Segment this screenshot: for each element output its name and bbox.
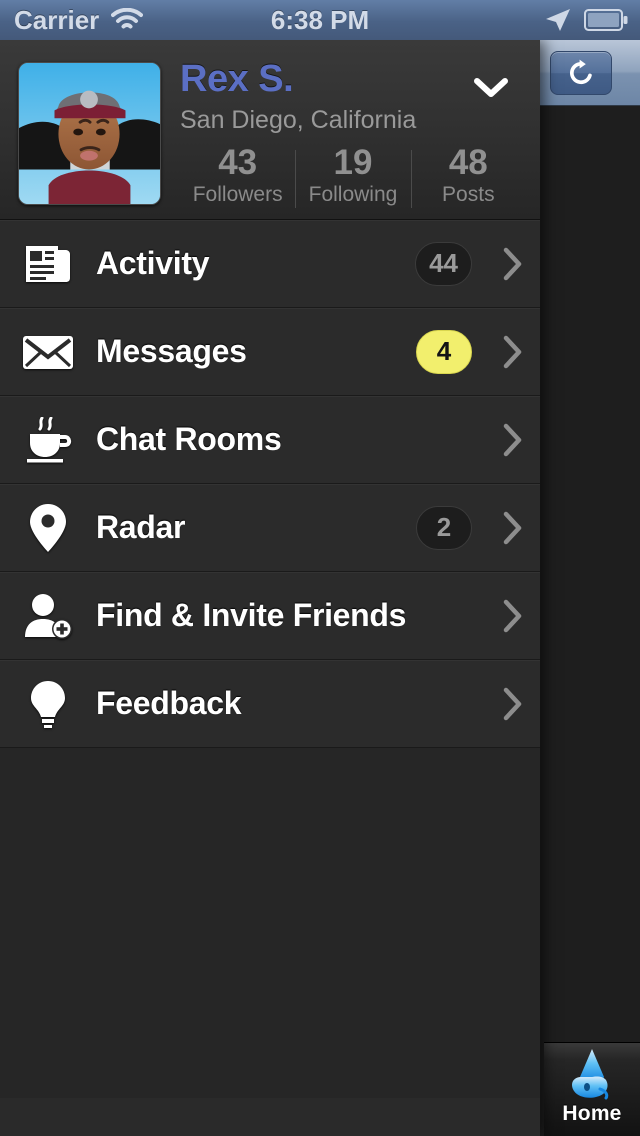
menu-empty-area xyxy=(0,748,540,1098)
stat-followers[interactable]: 43 Followers xyxy=(180,144,295,216)
person-plus-icon xyxy=(0,593,96,639)
chevron-right-icon xyxy=(486,334,540,370)
lightbulb-icon xyxy=(0,679,96,729)
chevron-right-icon xyxy=(486,246,540,282)
chevron-right-icon xyxy=(486,598,540,634)
chevron-down-icon[interactable] xyxy=(468,68,514,108)
envelope-icon xyxy=(0,332,96,372)
sidebar-item-feedback[interactable]: Feedback xyxy=(0,660,540,748)
sidebar-item-chat-rooms-label: Chat Rooms xyxy=(96,421,282,457)
refresh-button[interactable] xyxy=(550,51,612,95)
chevron-right-icon xyxy=(486,510,540,546)
sidebar-item-activity-label: Activity xyxy=(96,245,210,281)
tab-home-label: Home xyxy=(562,1102,622,1125)
refresh-icon xyxy=(570,59,592,85)
stat-followers-value: 43 xyxy=(218,143,258,182)
stat-posts-label: Posts xyxy=(442,183,495,206)
location-arrow-icon xyxy=(546,9,570,31)
newspaper-icon xyxy=(0,242,96,286)
sidebar-item-messages-label: Messages xyxy=(96,333,247,369)
messages-badge: 4 xyxy=(416,329,472,374)
avatar[interactable] xyxy=(18,62,161,205)
background-panel xyxy=(540,0,640,1136)
stat-following[interactable]: 19 Following xyxy=(295,144,410,216)
activity-badge: 44 xyxy=(415,241,472,286)
map-pin-icon xyxy=(0,503,96,553)
profile-header[interactable]: Rex S. San Diego, California 43 Follower… xyxy=(0,40,540,220)
sidebar-menu-list: Activity 44 Messages 4 Chat Rooms Radar … xyxy=(0,220,540,1098)
sidebar-item-chat-rooms[interactable]: Chat Rooms xyxy=(0,396,540,484)
chevron-right-icon xyxy=(486,422,540,458)
stat-following-value: 19 xyxy=(333,143,373,182)
stat-followers-label: Followers xyxy=(192,183,283,206)
sidebar-menu-panel: Rex S. San Diego, California 43 Follower… xyxy=(0,40,540,1136)
stat-posts[interactable]: 48 Posts xyxy=(410,143,526,216)
radar-badge: 2 xyxy=(416,505,472,550)
sidebar-item-radar[interactable]: Radar 2 xyxy=(0,484,540,572)
coffee-cup-icon xyxy=(0,416,96,463)
sidebar-item-radar-label: Radar xyxy=(96,509,186,545)
chevron-right-icon xyxy=(486,686,540,722)
app-screen: Home Rex S. San Diego, California 43 Fol… xyxy=(0,0,640,1136)
sidebar-item-messages[interactable]: Messages 4 xyxy=(0,308,540,396)
background-navbar xyxy=(540,40,640,106)
tab-bar: Home xyxy=(544,1042,640,1136)
sidebar-item-find-invite-friends[interactable]: Find & Invite Friends xyxy=(0,572,540,660)
stat-posts-value: 48 xyxy=(448,143,488,182)
status-bar-right xyxy=(543,7,628,33)
tab-home[interactable]: Home xyxy=(544,1047,640,1126)
stat-following-label: Following xyxy=(308,183,398,206)
profile-stats: 43 Followers 19 Following 48 Posts xyxy=(180,144,526,216)
sidebar-item-feedback-label: Feedback xyxy=(96,685,242,721)
profile-location: San Diego, California xyxy=(180,106,417,134)
home-elephant-icon xyxy=(556,1047,628,1101)
sidebar-item-activity[interactable]: Activity 44 xyxy=(0,220,540,308)
profile-name: Rex S. xyxy=(180,58,294,100)
battery-icon xyxy=(584,9,628,31)
sidebar-item-find-invite-friends-label: Find & Invite Friends xyxy=(96,597,407,633)
status-bar: Carrier 6:38 PM xyxy=(0,0,640,40)
